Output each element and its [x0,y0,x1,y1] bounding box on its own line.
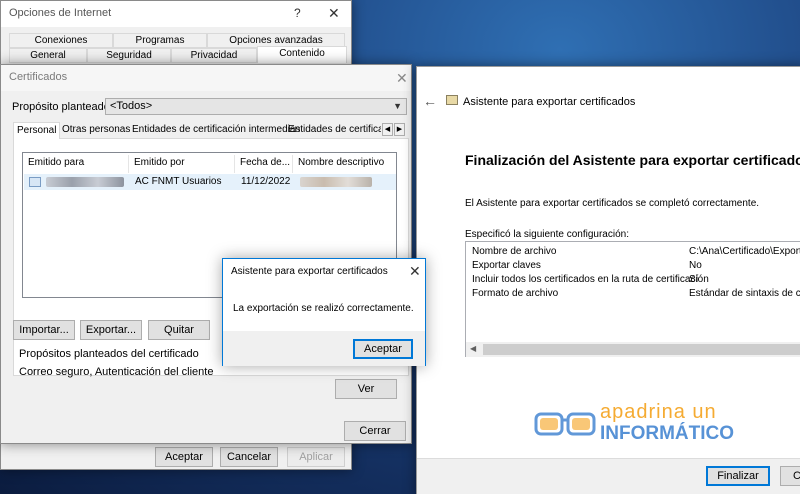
finish-button[interactable]: Finalizar [706,466,770,486]
date-cell: 11/12/2022 [241,176,291,187]
setting-value: No [689,260,702,271]
logo-line2: INFORMÁTICO [600,423,735,444]
scroll-left-icon[interactable]: ◀ [470,344,476,353]
dialog-footer: Aceptar [223,331,425,366]
glasses-icon [534,412,596,436]
purposes-heading: Propósitos planteados del certificado [19,348,199,360]
setting-value: Estándar de sintaxis de cifrad [689,288,800,299]
tab-programas[interactable]: Programas [113,33,207,48]
wizard-config-label: Especificó la siguiente configuración: [465,229,629,240]
certificates-titlebar[interactable]: Certificados ✕ [1,65,411,91]
tab-contenido[interactable]: Contenido [257,46,347,63]
redacted-issued-to [46,177,124,187]
purpose-select[interactable]: <Todos> ▼ [105,98,407,115]
column-header-issued-by[interactable]: Emitido por [129,155,235,173]
redacted-friendly-name [300,177,372,187]
certificates-close-button[interactable]: Cerrar [344,421,406,441]
remove-button[interactable]: Quitar [148,320,210,340]
column-header-issued-to[interactable]: Emitido para [23,155,129,173]
tab-otras-personas[interactable]: Otras personas [59,122,133,139]
import-button[interactable]: Importar... [13,320,75,340]
purpose-label: Propósito planteado: [12,101,113,113]
close-icon[interactable]: ✕ [396,71,408,85]
wizard-title: Asistente para exportar certificados [463,96,636,108]
setting-value: C:\Ana\Certificado\Exportar [689,246,800,257]
horizontal-scrollbar[interactable]: ◀ [466,342,800,357]
tab-entidades-intermedias[interactable]: Entidades de certificación intermedias [129,122,303,139]
wizard-success-text: El Asistente para exportar certificados … [465,198,760,209]
setting-key: Formato de archivo [472,288,559,299]
tab-entidades-raiz[interactable]: Entidades de certificac [285,122,381,139]
dialog-message: La exportación se realizó correctamente. [233,303,414,314]
certificates-window: Certificados ✕ Propósito planteado: <Tod… [0,64,412,444]
tab-personal[interactable]: Personal [13,122,61,139]
setting-key: Incluir todos los certificados en la rut… [472,274,709,285]
wizard-cancel-button[interactable]: Ca [780,466,800,486]
close-icon[interactable]: ✕ [328,6,340,20]
table-row[interactable]: AC FNMT Usuarios 11/12/2022 [24,174,396,190]
tab-privacidad[interactable]: Privacidad [171,48,257,63]
internet-options-titlebar[interactable]: Opciones de Internet ? ✕ [1,1,351,27]
close-icon[interactable]: ✕ [409,264,421,278]
issued-by-cell: AC FNMT Usuarios [135,176,222,187]
setting-key: Nombre de archivo [472,246,557,257]
column-header-date[interactable]: Fecha de... [235,155,293,173]
internet-options-title: Opciones de Internet [9,7,112,19]
chevron-down-icon: ▼ [393,101,402,111]
internet-options-cancel-button[interactable]: Cancelar [220,447,278,467]
tab-scroll-right-icon[interactable]: ▶ [394,123,405,136]
certificates-title: Certificados [9,71,68,83]
export-button[interactable]: Exportar... [80,320,142,340]
dialog-title: Asistente para exportar certificados [231,266,388,277]
tab-seguridad[interactable]: Seguridad [87,48,171,63]
purposes-value: Correo seguro, Autenticación del cliente [19,366,214,378]
apadrina-logo: apadrina un INFORMÁTICO [534,401,744,446]
column-header-friendly-name[interactable]: Nombre descriptivo [293,155,397,173]
tab-general[interactable]: General [9,48,87,63]
certificate-wizard-icon [446,95,458,105]
back-arrow-icon[interactable]: ← [423,93,437,109]
scrollbar-thumb[interactable] [483,344,800,355]
certificate-icon [29,177,41,187]
internet-options-apply-button[interactable]: Aplicar [287,447,345,467]
export-success-dialog: Asistente para exportar certificados ✕ L… [222,258,426,366]
wizard-footer: Finalizar Ca [417,458,800,494]
settings-list[interactable]: Nombre de archivo C:\Ana\Certificado\Exp… [465,241,800,357]
wizard-heading: Finalización del Asistente para exportar… [465,152,800,168]
dialog-ok-button[interactable]: Aceptar [353,339,413,359]
setting-value: Sí [689,274,699,285]
tab-conexiones[interactable]: Conexiones [9,33,113,48]
tab-scroll-left-icon[interactable]: ◀ [382,123,393,136]
purpose-value: <Todos> [110,100,153,112]
setting-key: Exportar claves [472,260,541,271]
view-button[interactable]: Ver [335,379,397,399]
logo-line1: apadrina un [600,401,717,423]
help-icon[interactable]: ? [294,6,301,20]
internet-options-ok-button[interactable]: Aceptar [155,447,213,467]
